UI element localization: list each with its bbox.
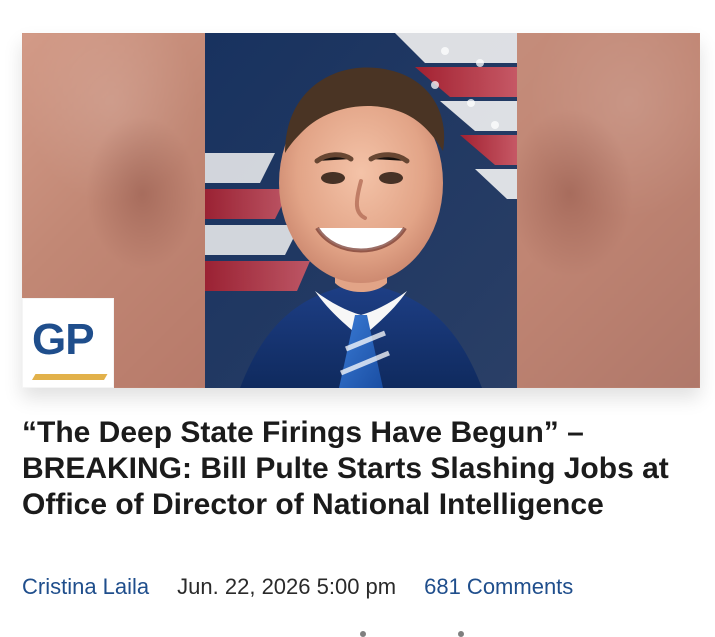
author-link[interactable]: Cristina Laila <box>22 574 149 600</box>
publish-date: Jun. 22, 2026 5:00 pm <box>177 574 397 599</box>
top-cut-glyph <box>0 0 715 6</box>
bottom-cut-glyph <box>0 631 715 637</box>
portrait-photo <box>205 33 517 388</box>
gp-logo-accent <box>32 374 108 380</box>
gp-logo-text: GP <box>32 315 95 364</box>
gp-logo[interactable]: GP <box>22 298 114 388</box>
hero-image[interactable]: GP <box>22 33 700 388</box>
portrait-illustration <box>205 33 517 388</box>
article-meta: Cristina Laila Jun. 22, 2026 5:00 pm 681… <box>22 574 692 600</box>
comments-link[interactable]: 681 Comments <box>424 574 573 600</box>
bottom-glyph-2 <box>458 631 464 637</box>
headline[interactable]: “The Deep State Firings Have Begun” – BR… <box>22 415 682 523</box>
blurred-background-right <box>510 33 700 388</box>
article-page: GP “The Deep State Firings Have Begun” –… <box>0 0 715 637</box>
bottom-glyph-1 <box>360 631 366 637</box>
